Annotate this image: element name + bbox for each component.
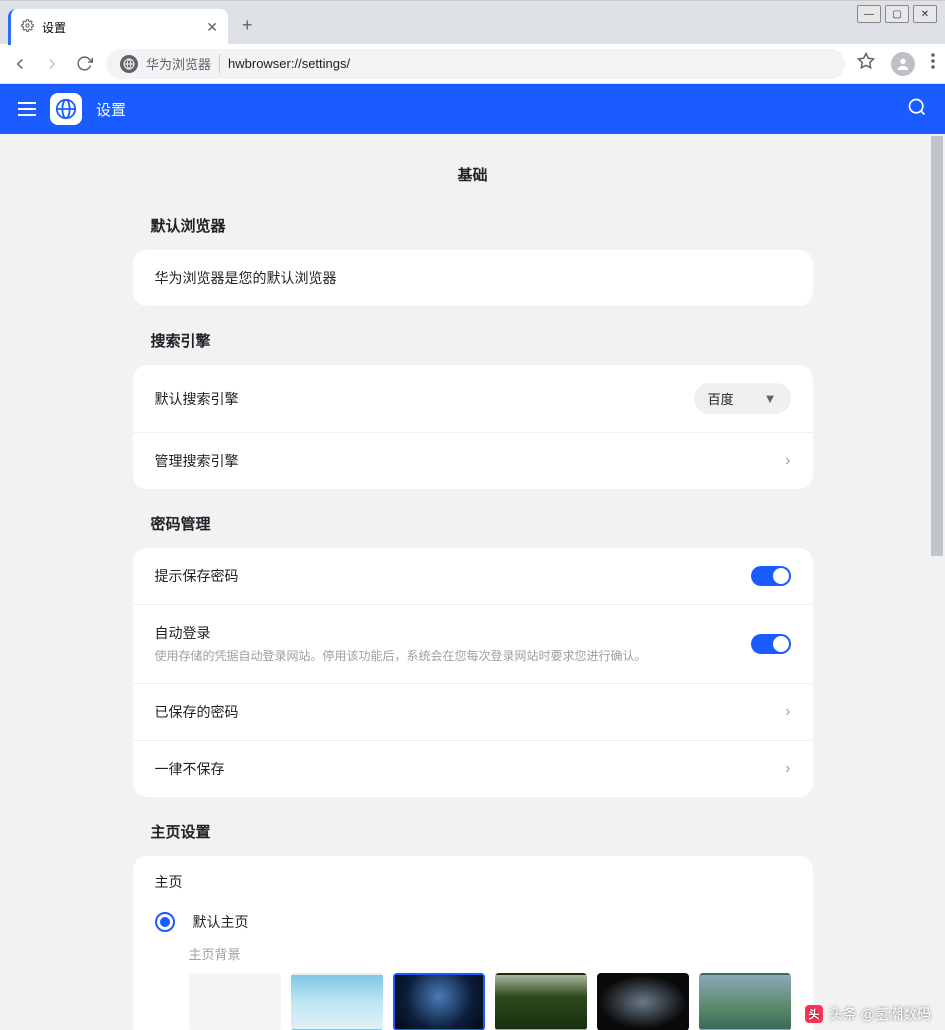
close-tab-icon[interactable]: ✕ xyxy=(206,19,218,36)
chevron-down-icon: ▼ xyxy=(764,391,777,406)
window-controls: — ▢ ✕ xyxy=(857,5,937,23)
browser-tab[interactable]: 设置 ✕ xyxy=(8,9,228,45)
menu-icon[interactable] xyxy=(18,102,36,116)
search-engine-selected: 百度 xyxy=(708,389,734,408)
card-default-browser: 华为浏览器是您的默认浏览器 xyxy=(133,250,813,306)
toggle-auto-login[interactable] xyxy=(751,634,791,654)
site-security-icon[interactable] xyxy=(120,55,138,73)
section-default-browser-title: 默认浏览器 xyxy=(151,215,813,236)
radio-default-homepage[interactable] xyxy=(155,912,175,932)
chevron-right-icon: › xyxy=(785,452,790,470)
row-default-search-engine: 默认搜索引擎 百度 ▼ xyxy=(133,365,813,433)
scrollbar[interactable] xyxy=(929,134,945,1030)
watermark-icon: 头 xyxy=(805,1005,823,1023)
close-window-button[interactable]: ✕ xyxy=(913,5,937,23)
profile-avatar[interactable] xyxy=(891,52,915,76)
homepage-bg-label: 主页背景 xyxy=(133,944,813,967)
new-tab-button[interactable]: + xyxy=(242,15,253,36)
gear-icon xyxy=(21,19,34,35)
bookmark-star-icon[interactable] xyxy=(857,52,875,75)
auto-login-label: 自动登录 xyxy=(155,623,751,643)
scrollbar-thumb[interactable] xyxy=(931,136,943,556)
row-auto-login: 自动登录 使用存储的凭据自动登录网站。停用该功能后，系统会在您每次登录网站时要求… xyxy=(133,605,813,684)
bg-thumb-planet[interactable] xyxy=(393,973,485,1030)
card-search-engine: 默认搜索引擎 百度 ▼ 管理搜索引擎 › xyxy=(133,365,813,489)
card-password: 提示保存密码 自动登录 使用存储的凭据自动登录网站。停用该功能后，系统会在您每次… xyxy=(133,548,813,797)
row-never-save[interactable]: 一律不保存 › xyxy=(133,741,813,797)
header-title: 设置 xyxy=(96,99,126,120)
row-manage-search-engines[interactable]: 管理搜索引擎 › xyxy=(133,433,813,489)
page-heading: 基础 xyxy=(133,164,813,185)
row-prompt-save-password: 提示保存密码 xyxy=(133,548,813,605)
default-search-engine-label: 默认搜索引擎 xyxy=(155,389,694,409)
auto-login-desc: 使用存储的凭据自动登录网站。停用该功能后，系统会在您每次登录网站时要求您进行确认… xyxy=(155,647,751,665)
chevron-right-icon: › xyxy=(785,703,790,721)
minimize-button[interactable]: — xyxy=(857,5,881,23)
row-saved-passwords[interactable]: 已保存的密码 › xyxy=(133,684,813,741)
chevron-right-icon: › xyxy=(785,760,790,778)
url-text: hwbrowser://settings/ xyxy=(228,56,350,71)
watermark: 头 头条 @氢潮数码 xyxy=(805,1004,931,1024)
forward-button[interactable] xyxy=(42,54,62,74)
reload-button[interactable] xyxy=(74,54,94,74)
radio-default-homepage-label: 默认主页 xyxy=(193,912,249,932)
site-label: 华为浏览器 xyxy=(146,54,220,73)
search-icon[interactable] xyxy=(907,97,927,122)
section-password-title: 密码管理 xyxy=(151,513,813,534)
bg-thumb-blank[interactable] xyxy=(189,973,281,1030)
section-homepage-title: 主页设置 xyxy=(151,821,813,842)
back-button[interactable] xyxy=(10,54,30,74)
browser-toolbar: 华为浏览器 hwbrowser://settings/ xyxy=(0,44,945,84)
window-titlebar: 设置 ✕ + — ▢ ✕ xyxy=(0,0,945,44)
menu-dots-icon[interactable] xyxy=(931,53,935,74)
toggle-prompt-save[interactable] xyxy=(751,566,791,586)
search-engine-dropdown[interactable]: 百度 ▼ xyxy=(694,383,791,414)
maximize-button[interactable]: ▢ xyxy=(885,5,909,23)
app-logo xyxy=(50,93,82,125)
bg-thumb-sky[interactable] xyxy=(291,973,383,1030)
default-browser-status: 华为浏览器是您的默认浏览器 xyxy=(133,250,813,306)
section-search-engine-title: 搜索引擎 xyxy=(151,330,813,351)
bg-thumb-island[interactable] xyxy=(699,973,791,1030)
homepage-subheader: 主页 xyxy=(133,856,813,900)
card-homepage: 主页 默认主页 主页背景 空白页 xyxy=(133,856,813,1030)
tab-title: 设置 xyxy=(42,19,66,36)
radio-row-default-homepage[interactable]: 默认主页 xyxy=(133,900,813,944)
address-bar[interactable]: 华为浏览器 hwbrowser://settings/ xyxy=(106,49,845,79)
settings-header: 设置 xyxy=(0,84,945,134)
bg-thumb-arch[interactable] xyxy=(597,973,689,1030)
bg-thumb-forest[interactable] xyxy=(495,973,587,1030)
homepage-bg-thumbnails xyxy=(133,967,813,1030)
content-scroll[interactable]: 基础 默认浏览器 华为浏览器是您的默认浏览器 搜索引擎 默认搜索引擎 百度 ▼ … xyxy=(0,134,945,1030)
watermark-text: 头条 @氢潮数码 xyxy=(829,1004,931,1024)
